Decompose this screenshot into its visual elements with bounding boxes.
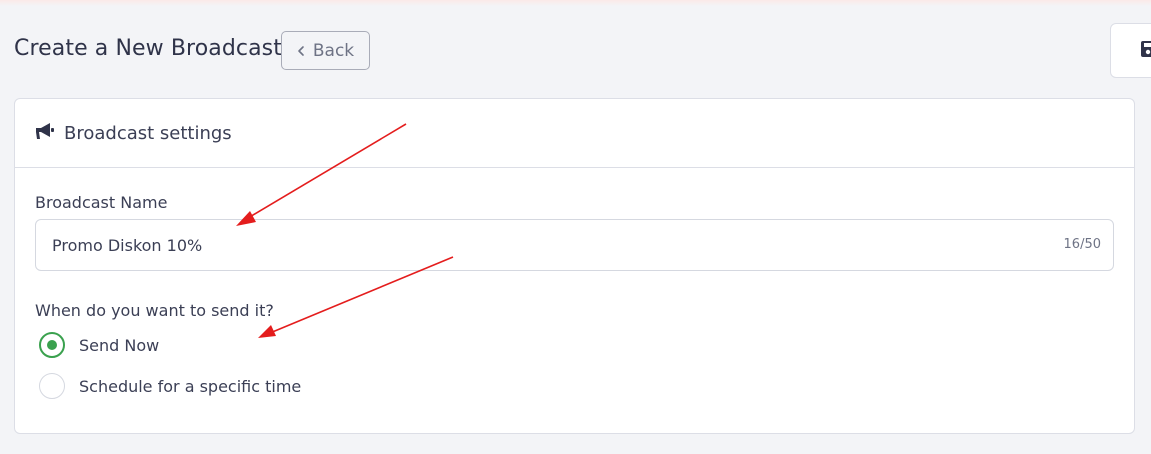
save-icon (1140, 40, 1151, 62)
save-button[interactable] (1110, 23, 1151, 78)
broadcast-settings-card: Broadcast settings Broadcast Name 16/50 … (14, 98, 1135, 434)
radio-button-checked[interactable] (39, 332, 65, 358)
radio-label-send-now: Send Now (79, 335, 160, 355)
radio-label-schedule: Schedule for a specific time (79, 376, 302, 396)
chevron-left-icon (297, 45, 305, 57)
card-title: Broadcast settings (64, 122, 232, 144)
radio-send-now[interactable]: Send Now (39, 332, 159, 358)
back-button-label: Back (312, 40, 355, 61)
char-counter: 16/50 (1063, 237, 1101, 252)
radio-button-unchecked[interactable] (39, 373, 65, 399)
radio-dot (47, 340, 57, 350)
broadcast-name-field[interactable]: 16/50 (35, 219, 1114, 271)
broadcast-name-label: Broadcast Name (35, 193, 168, 212)
top-strip (0, 0, 1151, 6)
card-header: Broadcast settings (15, 99, 1134, 168)
send-time-label: When do you want to send it? (35, 301, 274, 320)
back-button[interactable]: Back (281, 31, 370, 70)
broadcast-name-input[interactable] (52, 220, 1032, 270)
radio-schedule[interactable]: Schedule for a specific time (39, 373, 301, 399)
megaphone-icon (35, 121, 56, 145)
page-title: Create a New Broadcast (14, 36, 282, 61)
